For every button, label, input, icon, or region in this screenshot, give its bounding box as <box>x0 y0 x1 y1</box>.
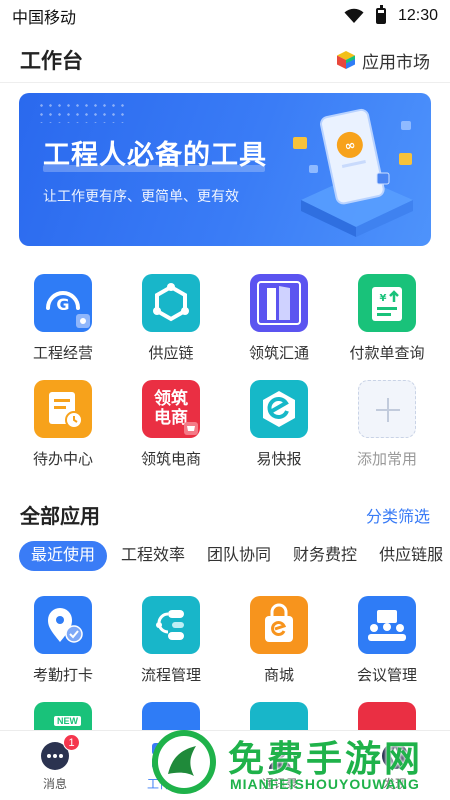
tab-recent[interactable]: 最近使用 <box>19 541 108 571</box>
quick-app-lingzhu-huitong[interactable]: 领筑汇通 <box>225 274 333 363</box>
gauge-icon: G <box>34 274 92 332</box>
ekuaibao-icon <box>250 380 308 438</box>
building-icon <box>250 274 308 332</box>
all-apps-title: 全部应用 <box>20 506 100 528</box>
tab-finance-control[interactable]: 财务费控 <box>293 541 357 571</box>
quick-app-label: 工程经营 <box>32 345 93 362</box>
quick-app-lingzhu-mall[interactable]: 领筑 电商 领筑电商 <box>117 380 225 469</box>
header-divider <box>0 82 450 83</box>
tab-supply-chain[interactable]: 供应链服 <box>379 541 443 571</box>
watermark-text: 免费手游网 <box>228 738 424 779</box>
quick-app-ekuaibao[interactable]: 易快报 <box>225 380 333 469</box>
app-label: 商城 <box>263 667 294 684</box>
app-meeting-management[interactable]: 会议管理 <box>333 596 441 685</box>
new-app-icon[interactable]: NEW <box>34 702 92 732</box>
watermark: 免费手游网 MIANFEISHOUYOUWANG <box>150 726 450 800</box>
wifi-icon <box>344 8 364 23</box>
status-icons: 12:30 <box>344 5 438 25</box>
plus-icon <box>358 380 416 438</box>
status-bar: 中国移动 12:30 <box>0 0 450 32</box>
quick-app-label: 领筑汇通 <box>248 345 309 362</box>
quick-app-label: 付款单查询 <box>349 345 425 362</box>
phone-illustration-icon: ∞ <box>293 108 413 237</box>
lingzhu-mall-icon: 领筑 电商 <box>142 380 200 438</box>
quick-app-todo-center[interactable]: 待办中心 <box>9 380 117 469</box>
quick-app-label: 供应链 <box>148 345 194 362</box>
quick-app-label: 添加常用 <box>356 451 417 468</box>
quick-app-label: 待办中心 <box>32 451 93 468</box>
banner-subtitle: 让工作更有序、更简单、更有效 <box>43 188 239 204</box>
app-label: 考勤打卡 <box>32 667 93 684</box>
banner-dots-decoration <box>37 101 127 123</box>
payment-document-icon: ¥ <box>358 274 416 332</box>
app-mall[interactable]: 商城 <box>225 596 333 685</box>
unread-badge: 1 <box>63 734 80 751</box>
quick-app-label: 易快报 <box>256 451 302 468</box>
workflow-icon <box>142 596 200 654</box>
app-market-label: 应用市场 <box>362 52 430 72</box>
hexagon-network-icon <box>142 274 200 332</box>
nav-messages[interactable]: 1 消息 <box>10 731 100 792</box>
quick-app-supply-chain[interactable]: 供应链 <box>117 274 225 363</box>
app-label: 会议管理 <box>356 667 417 684</box>
promo-banner[interactable]: 工程人必备的工具 让工作更有序、更简单、更有效 ∞ <box>19 93 431 246</box>
clock: 12:30 <box>397 7 438 24</box>
app-market-button[interactable]: 应用市场 <box>336 48 430 73</box>
app-attendance[interactable]: 考勤打卡 <box>9 596 117 685</box>
page-title: 工作台 <box>20 50 83 73</box>
category-tabs: 最近使用 工程效率 团队协同 财务费控 供应链服 <box>19 541 450 571</box>
category-filter-link[interactable]: 分类筛选 <box>366 503 430 527</box>
svg-text:¥: ¥ <box>380 293 387 304</box>
quick-app-engineering[interactable]: G 工程经营 <box>9 274 117 363</box>
cube-icon <box>337 51 355 69</box>
battery-icon <box>375 5 386 24</box>
carrier-label: 中国移动 <box>12 10 77 27</box>
shopping-bag-icon <box>250 596 308 654</box>
banner-title: 工程人必备的工具 <box>43 140 267 170</box>
app-label: 流程管理 <box>140 667 201 684</box>
header: 工作台 应用市场 <box>0 38 450 82</box>
watermark-subtext: MIANFEISHOUYOUWANG <box>230 776 420 792</box>
nav-label: 消息 <box>42 777 67 791</box>
add-favorite-button[interactable]: 添加常用 <box>333 380 441 469</box>
tab-team-collaboration[interactable]: 团队协同 <box>207 541 271 571</box>
new-tag: NEW <box>54 716 81 726</box>
quick-app-payment-query[interactable]: ¥ 付款单查询 <box>333 274 441 363</box>
chat-icon: 1 <box>40 734 80 771</box>
todo-list-icon <box>34 380 92 438</box>
watermark-logo-icon <box>152 730 216 794</box>
meeting-icon <box>358 596 416 654</box>
tab-engineering-efficiency[interactable]: 工程效率 <box>121 541 185 571</box>
quick-app-label: 领筑电商 <box>140 451 201 468</box>
app-process-management[interactable]: 流程管理 <box>117 596 225 685</box>
svg-text:G: G <box>56 295 69 314</box>
location-check-icon <box>34 596 92 654</box>
